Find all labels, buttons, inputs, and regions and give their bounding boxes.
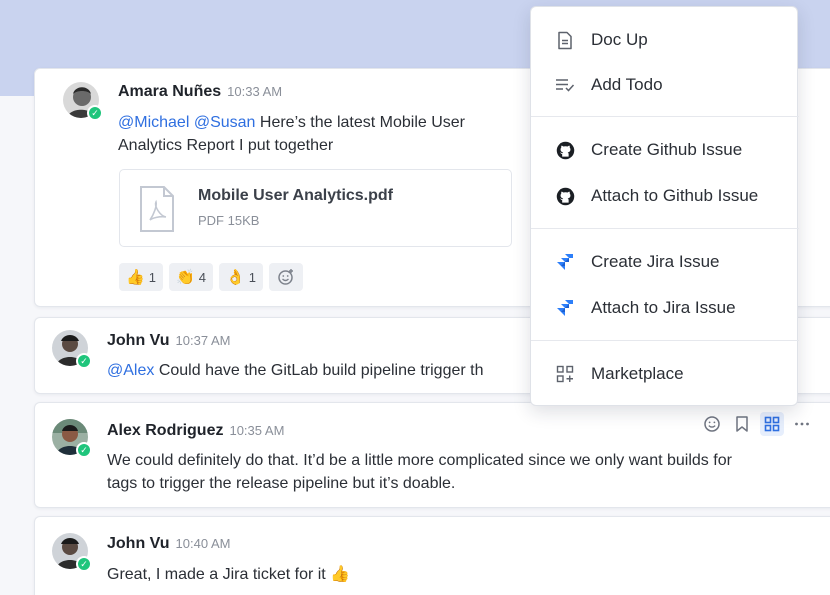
avatar[interactable]: ✓ (52, 419, 92, 458)
file-meta: PDF 15KB (198, 213, 260, 228)
reaction-count: 1 (248, 269, 256, 285)
mention-link[interactable]: @Michael @Susan (118, 114, 255, 131)
pdf-file-icon (140, 186, 174, 232)
smiley-icon (704, 416, 720, 432)
timestamp: 10:37 AM (175, 333, 231, 348)
menu-item-label: Doc Up (591, 30, 648, 49)
author-label: Amara Nuñes (118, 83, 222, 100)
document-icon (555, 30, 575, 50)
message-card: ✓ John Vu 10:40 AM Great, I made a Jira t… (34, 516, 830, 595)
message-line: Here’s the latest Mobile User (255, 114, 466, 131)
message-text: @Alex Could have the GitLab build pipeli… (107, 359, 483, 382)
github-icon (555, 140, 575, 160)
reaction-ok-hand[interactable]: 👌 1 (219, 263, 263, 291)
menu-item-create-github-issue[interactable]: Create Github Issue (531, 130, 799, 170)
avatar[interactable]: ✓ (63, 82, 103, 121)
online-check-icon: ✓ (76, 353, 92, 369)
reaction-count: 1 (148, 269, 156, 285)
author-name[interactable]: John Vu 10:37 AM (107, 332, 230, 350)
menu-item-label: Marketplace (591, 364, 684, 383)
author-label: John Vu (107, 535, 170, 552)
author-name[interactable]: John Vu 10:40 AM (107, 535, 230, 553)
mention-link[interactable]: @Alex (107, 362, 154, 379)
menu-item-marketplace[interactable]: Marketplace (531, 354, 799, 394)
more-icon (795, 422, 809, 426)
todo-icon (555, 75, 575, 95)
file-name: Mobile User Analytics.pdf (198, 187, 393, 204)
menu-item-doc-up[interactable]: Doc Up (531, 20, 799, 60)
message-hover-toolbar (700, 412, 814, 436)
reaction-thumbs-up[interactable]: 👍 1 (119, 263, 163, 291)
message-text: @Michael @Susan Here’s the latest Mobile… (118, 111, 518, 157)
message-text: We could definitely do that. It’d be a l… (107, 449, 830, 495)
online-check-icon: ✓ (87, 105, 103, 121)
online-check-icon: ✓ (76, 556, 92, 572)
bookmark-icon (736, 416, 748, 432)
menu-item-label: Create Jira Issue (591, 252, 720, 271)
avatar[interactable]: ✓ (52, 330, 92, 369)
timestamp: 10:33 AM (227, 84, 283, 99)
online-check-icon: ✓ (76, 442, 92, 458)
reaction-clap[interactable]: 👏 4 (169, 263, 213, 291)
menu-item-add-todo[interactable]: Add Todo (531, 65, 799, 105)
message-line: Great, I made a Jira ticket for it (107, 566, 326, 583)
menu-item-label: Attach to Github Issue (591, 186, 759, 205)
timestamp: 10:35 AM (229, 423, 285, 438)
bookmark-tool[interactable] (730, 412, 754, 436)
file-attachment[interactable]: Mobile User Analytics.pdf PDF 15KB (119, 169, 512, 247)
menu-item-label: Attach to Jira Issue (591, 298, 736, 317)
jira-icon (555, 298, 575, 318)
avatar[interactable]: ✓ (52, 533, 92, 572)
add-emoji-icon (278, 269, 293, 285)
message-text: Great, I made a Jira ticket for it 👍 (107, 563, 350, 586)
message-line: tags to trigger the release pipeline but… (107, 475, 456, 492)
ok-hand-icon: 👌 (226, 269, 245, 286)
message-line: Analytics Report I put together (118, 137, 334, 154)
more-tool[interactable] (790, 412, 814, 436)
message-line: We could definitely do that. It’d be a l… (107, 452, 732, 469)
menu-divider (531, 228, 799, 229)
add-reaction-button[interactable] (269, 263, 303, 291)
author-label: Alex Rodriguez (107, 422, 224, 439)
thumbs-up-icon: 👍 (330, 566, 351, 583)
author-name[interactable]: Amara Nuñes 10:33 AM (118, 83, 282, 101)
jira-icon (555, 252, 575, 272)
timestamp: 10:40 AM (175, 536, 231, 551)
reactions-bar: 👍 1 👏 4 👌 1 (119, 263, 303, 291)
apps-tool[interactable] (760, 412, 784, 436)
menu-item-attach-jira-issue[interactable]: Attach to Jira Issue (531, 288, 799, 328)
menu-item-attach-github-issue[interactable]: Attach to Github Issue (531, 176, 799, 216)
github-icon (555, 186, 575, 206)
author-label: John Vu (107, 332, 170, 349)
menu-item-create-jira-issue[interactable]: Create Jira Issue (531, 242, 799, 282)
message-line: Could have the GitLab build pipeline tri… (154, 362, 484, 379)
menu-item-label: Add Todo (591, 75, 663, 94)
menu-divider (531, 116, 799, 117)
add-reaction-tool[interactable] (700, 412, 724, 436)
marketplace-icon (555, 364, 575, 384)
clap-icon: 👏 (176, 269, 195, 286)
apps-grid-icon (764, 416, 780, 432)
menu-item-label: Create Github Issue (591, 140, 743, 159)
author-name[interactable]: Alex Rodriguez 10:35 AM (107, 422, 284, 440)
integrations-menu: Doc Up Add Todo Create Github Issue Atta… (530, 6, 799, 406)
menu-divider (531, 340, 799, 341)
thumbs-up-icon: 👍 (126, 269, 145, 286)
reaction-count: 4 (198, 269, 206, 285)
